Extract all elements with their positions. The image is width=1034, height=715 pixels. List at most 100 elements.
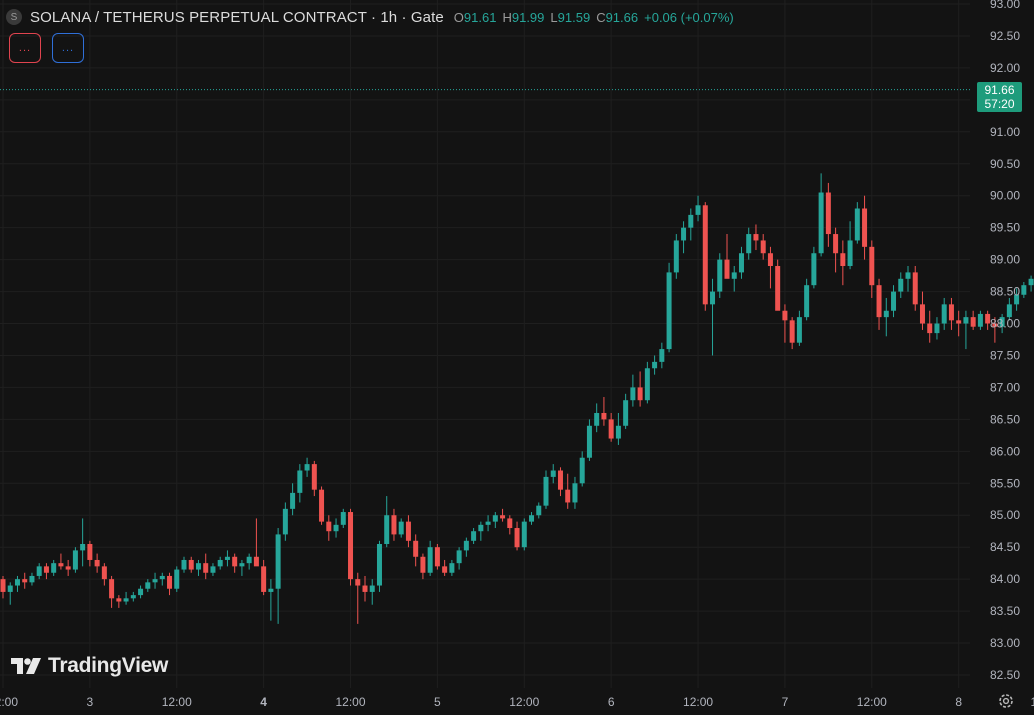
time-tick-label: 12:00 <box>857 695 887 709</box>
candle-body <box>919 304 925 324</box>
candle-body <box>94 559 100 567</box>
candle-body <box>724 259 730 279</box>
candle-body <box>152 579 158 583</box>
candle-body <box>579 457 585 484</box>
candle-body <box>275 534 281 589</box>
tradingview-logo[interactable]: TradingView <box>11 654 168 678</box>
candle-body <box>109 579 115 599</box>
candle-body <box>1006 304 1012 318</box>
time-tick-label: 6 <box>608 695 615 709</box>
candle-body <box>463 540 469 551</box>
candle-body <box>456 550 462 564</box>
candle-body <box>87 543 93 560</box>
candle-body <box>369 585 375 592</box>
candle-body <box>529 515 535 522</box>
time-tick-label: 12:00 <box>509 695 539 709</box>
candle-body <box>681 227 687 241</box>
candle-body <box>290 492 296 509</box>
candle-body <box>637 387 643 401</box>
candle-body <box>195 563 201 570</box>
candle-body <box>159 575 165 580</box>
candle-body <box>145 582 151 589</box>
candle-body <box>912 272 918 305</box>
candle-body <box>253 556 259 567</box>
candle-body <box>65 566 71 570</box>
change-value: +0.06 (+0.07%) <box>644 9 734 25</box>
candle-body <box>72 550 78 570</box>
candle-body <box>304 464 310 471</box>
candle-body <box>384 515 390 544</box>
candle-body <box>485 521 491 525</box>
candle-body <box>43 566 49 573</box>
candle-body <box>608 419 614 439</box>
settings-gear-icon[interactable] <box>997 692 1015 710</box>
low-label: L <box>550 9 558 25</box>
candle-body <box>101 566 107 580</box>
candle-body <box>543 476 549 506</box>
candle-body <box>862 208 868 247</box>
candle-body <box>565 489 571 503</box>
candle-body <box>594 412 600 426</box>
candle-body <box>557 470 563 490</box>
candle-body <box>7 585 13 592</box>
time-axis[interactable]: 12:00 3 12:00 4 12:00 5 12:00 6 12:00 7 12:00 8 12:0… <box>0 695 1034 709</box>
candle-body <box>644 368 650 401</box>
candle-body <box>796 317 802 343</box>
open-value: 91.61 <box>463 9 497 25</box>
time-tick-label: 7 <box>782 695 789 709</box>
candle-body <box>232 556 238 567</box>
candle-body <box>659 349 665 362</box>
close-value: 91.66 <box>605 9 639 25</box>
price-tick-label: 86.00 <box>990 444 1020 458</box>
candle-body <box>398 521 404 535</box>
price-tick-label: 88.50 <box>990 285 1020 299</box>
symbol-title[interactable]: SOLANA / TETHERUS PERPETUAL CONTRACT · 1… <box>30 9 444 26</box>
indicator-button-red[interactable]: ... <box>9 33 41 63</box>
candle-body <box>340 512 346 525</box>
candlestick-chart[interactable]: 82.50 83.00 83.50 84.00 84.50 85.00 85.50 86.00… <box>0 0 1034 715</box>
last-price-tag: 91.66 57:20 <box>977 82 1022 112</box>
candle-body <box>775 266 781 311</box>
price-tick-label: 88.00 <box>990 317 1020 331</box>
candle-body <box>210 566 216 573</box>
candle-body <box>413 540 419 557</box>
price-tick-label: 89.00 <box>990 253 1020 267</box>
time-tick-label: 5 <box>434 695 441 709</box>
price-tick-label: 84.00 <box>990 572 1020 586</box>
candle-body <box>601 412 607 420</box>
candle-body <box>246 556 252 564</box>
candle-body <box>905 272 911 279</box>
close-label: C <box>596 9 606 25</box>
candle-body <box>434 547 440 567</box>
candle-body <box>934 323 940 334</box>
candle-body <box>847 240 853 267</box>
candle-body <box>731 272 737 279</box>
price-tick-label: 92.00 <box>990 61 1020 75</box>
candle-body <box>630 387 636 401</box>
candle-body <box>782 310 788 321</box>
ohlc-values: O 91.61 H 91.99 L 91.59 C 91.66 +0.06 (+0.07… <box>454 10 734 25</box>
logo-text: TradingView <box>48 654 169 677</box>
time-tick-label: 3 <box>87 695 94 709</box>
candle-body <box>319 489 325 522</box>
price-tick-label: 83.00 <box>990 636 1020 650</box>
candle-body <box>738 253 744 273</box>
candle-body <box>36 566 42 576</box>
symbol-icon[interactable]: S <box>6 9 22 25</box>
candle-body <box>362 585 368 592</box>
price-tick-label: 86.50 <box>990 412 1020 426</box>
candle-body <box>869 246 875 286</box>
candle-body <box>51 563 57 573</box>
candle-body <box>876 285 882 318</box>
candle-body <box>217 559 223 567</box>
indicator-button-blue[interactable]: ... <box>52 33 84 63</box>
candle-body <box>507 518 513 529</box>
candle-body <box>239 563 245 567</box>
candle-body <box>181 559 187 570</box>
candle-body <box>948 304 954 321</box>
price-tick-label: 89.50 <box>990 221 1020 235</box>
candle-body <box>717 259 723 292</box>
candle-body <box>854 208 860 241</box>
high-label: H <box>502 9 512 25</box>
candle-body <box>840 253 846 267</box>
